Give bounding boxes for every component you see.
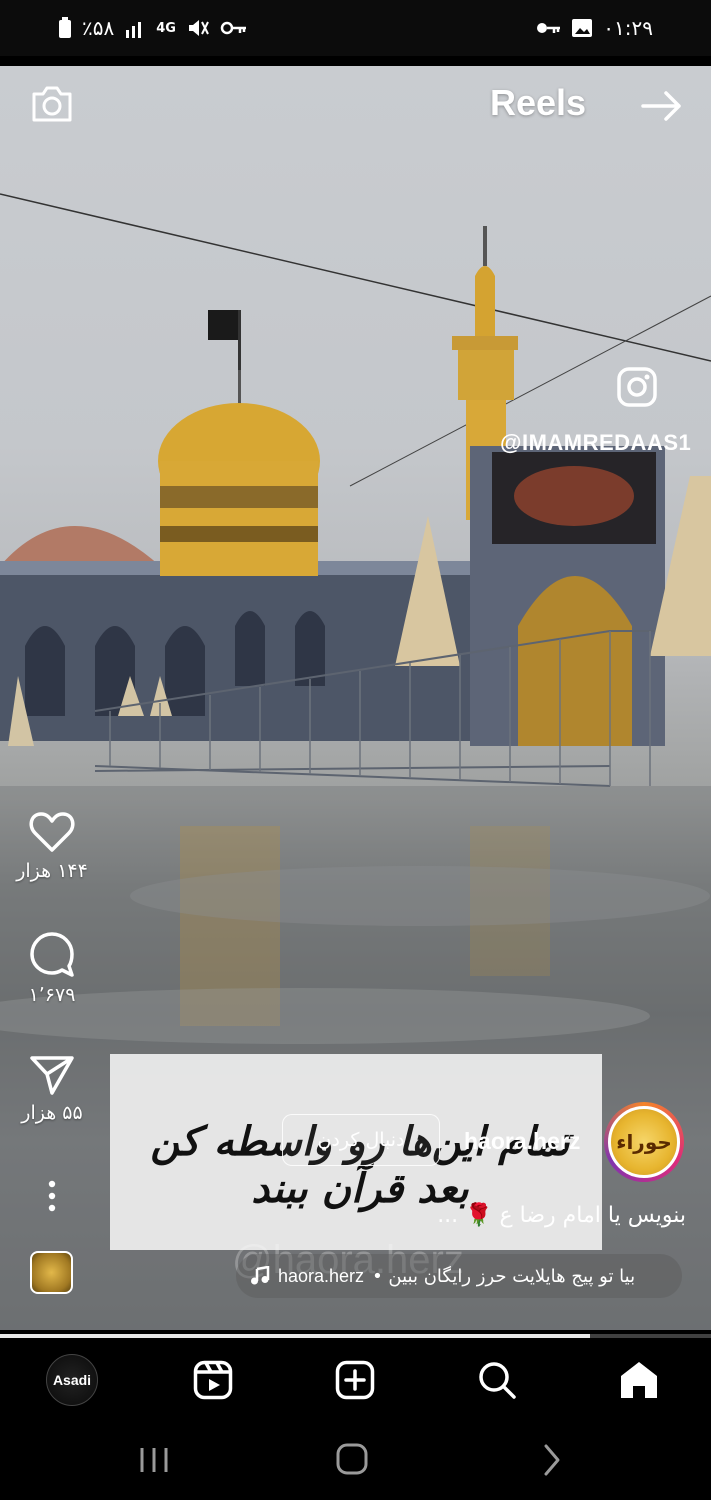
audio-title: بیا تو پیج هایلایت حرز رایگان ببین •: [372, 1265, 636, 1287]
battery-percent: ٪۵۸: [82, 16, 115, 40]
comment-action[interactable]: ۱٬۶۷۹: [0, 930, 104, 1006]
video-progress-bar[interactable]: [0, 1334, 711, 1338]
heart-icon[interactable]: [28, 810, 76, 854]
avatar[interactable]: حوراء: [604, 1102, 684, 1182]
home-icon[interactable]: [618, 1360, 660, 1400]
comment-icon[interactable]: [28, 930, 76, 978]
profile-label: Asadi: [52, 1372, 92, 1388]
gallery-icon: [572, 19, 593, 37]
camera-icon[interactable]: [30, 84, 74, 124]
comment-count: ۱٬۶۷۹: [28, 984, 76, 1006]
page-title: Reels: [490, 82, 587, 123]
status-left: ٪۵۸ 4G: [58, 16, 248, 40]
reels-screen: ٪۵۸ 4G ۰۱:۲۹ Reels @IMAMREDAAS1 ۱۴۴ هزار…: [0, 0, 711, 1500]
bottom-nav: Asadi: [0, 1340, 711, 1422]
music-note-icon: [251, 1266, 270, 1285]
like-count: ۱۴۴ هزار: [16, 860, 88, 882]
nav-profile[interactable]: Asadi: [46, 1354, 98, 1406]
more-action[interactable]: [0, 1180, 104, 1212]
status-bar: ٪۵۸ 4G ۰۱:۲۹: [0, 0, 711, 56]
status-right: ۰۱:۲۹: [535, 16, 653, 40]
search-icon[interactable]: [477, 1360, 517, 1400]
send-icon[interactable]: [29, 1054, 75, 1096]
nav-home[interactable]: [613, 1354, 665, 1406]
audio-thumbnail[interactable]: [30, 1251, 73, 1294]
reel-video[interactable]: Reels @IMAMREDAAS1 ۱۴۴ هزار ۱٬۶۷۹ ۵۵ هزا…: [0, 66, 711, 1330]
home-button-icon[interactable]: [330, 1440, 374, 1480]
reels-icon[interactable]: [193, 1360, 233, 1400]
battery-icon: [59, 17, 71, 38]
recent-apps-icon[interactable]: [132, 1440, 176, 1480]
more-vertical-icon[interactable]: [47, 1180, 57, 1212]
nav-search[interactable]: [471, 1354, 523, 1406]
mute-icon: [188, 20, 209, 36]
system-nav-bar: [0, 1422, 711, 1500]
share-action[interactable]: ۵۵ هزار: [0, 1054, 104, 1124]
instagram-watermark-icon: [617, 367, 657, 407]
signal-icon: [126, 22, 142, 38]
audio-username: haora.herz: [278, 1265, 365, 1286]
audio-pill[interactable]: haora.herz بیا تو پیج هایلایت حرز رایگان…: [236, 1254, 682, 1298]
avatar-label: حوراء: [608, 1106, 680, 1178]
arrow-right-icon[interactable]: [640, 88, 684, 124]
post-username[interactable]: haora.herz: [464, 1128, 580, 1155]
network-type: 4G: [156, 20, 176, 36]
clock: ۰۱:۲۹: [603, 16, 653, 40]
back-button-icon[interactable]: [530, 1440, 574, 1480]
post-description[interactable]: بنویس یا امام رضا ع 🌹 ...: [420, 1203, 686, 1228]
nav-create[interactable]: [329, 1354, 381, 1406]
add-post-icon[interactable]: [335, 1360, 375, 1400]
watermark-handle: @IMAMREDAAS1: [500, 430, 692, 455]
follow-button[interactable]: دنبال کردن: [282, 1114, 440, 1166]
key-icon: [537, 23, 561, 33]
vpn-key-icon: [220, 21, 246, 35]
like-action[interactable]: ۱۴۴ هزار: [0, 810, 104, 882]
nav-reels[interactable]: [187, 1354, 239, 1406]
video-progress-fill: [0, 1334, 591, 1338]
share-count: ۵۵ هزار: [21, 1102, 83, 1124]
